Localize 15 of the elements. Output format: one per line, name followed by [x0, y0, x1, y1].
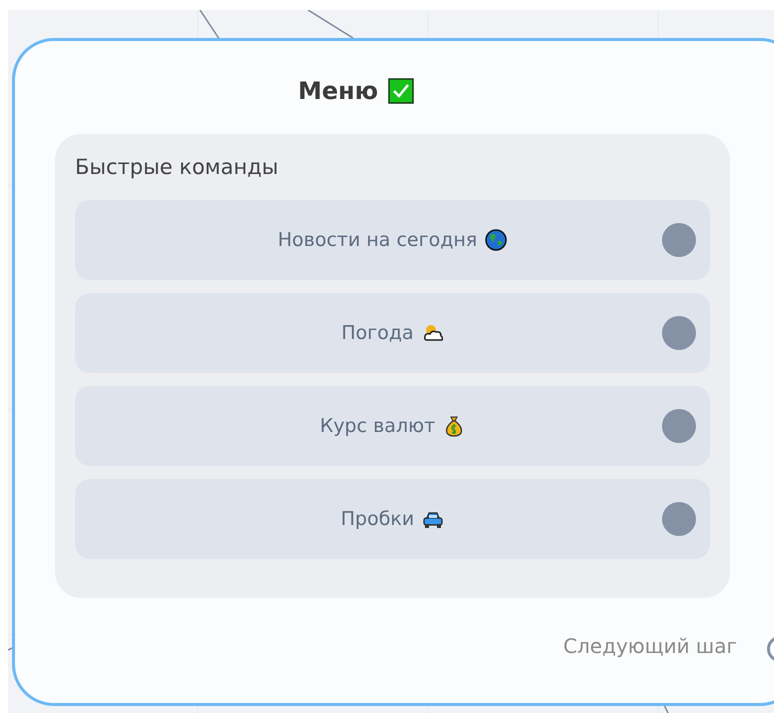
port-handle[interactable]: [662, 502, 696, 536]
command-button[interactable]: Пробки: [75, 479, 710, 559]
globe-icon: [485, 229, 508, 251]
port-handle[interactable]: [662, 316, 696, 350]
check-icon: [388, 78, 414, 104]
command-button[interactable]: Погода: [75, 293, 710, 373]
port-handle[interactable]: [662, 223, 696, 257]
group-title: Быстрые команды: [75, 154, 280, 180]
command-button[interactable]: Новости на сегодня: [75, 200, 710, 280]
cloud-sun-icon: [422, 322, 444, 344]
next-step-label: Следующий шаг: [563, 634, 737, 658]
port-handle[interactable]: [662, 409, 696, 443]
command-button[interactable]: Курс валют: [75, 386, 710, 466]
node-card[interactable]: Меню Быстрые команды Новости на сегодня Погода Курс валют Пробки Следующий шаг: [12, 38, 774, 706]
node-title: Меню: [298, 77, 378, 105]
